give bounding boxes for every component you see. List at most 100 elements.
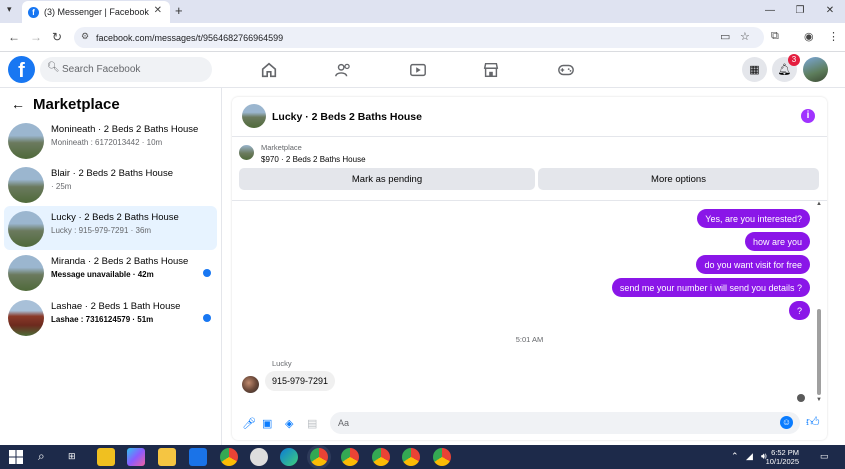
- chrome-profile-icon[interactable]: [310, 448, 328, 466]
- outgoing-message[interactable]: Yes, are you interested?: [697, 209, 810, 228]
- video-icon[interactable]: [409, 61, 427, 79]
- close-tab-icon[interactable]: ✕: [154, 5, 162, 16]
- gaming-icon[interactable]: [557, 61, 575, 79]
- facebook-favicon-icon: f: [28, 6, 39, 18]
- marketplace-icon[interactable]: [482, 61, 500, 79]
- conversation-preview: · 25m: [51, 182, 72, 191]
- message-input[interactable]: Aa ☺: [330, 412, 800, 434]
- store-icon[interactable]: [97, 448, 115, 466]
- chat-listing-avatar[interactable]: [242, 104, 266, 128]
- sender-avatar[interactable]: [242, 376, 259, 393]
- search-icon: 🔍︎: [47, 62, 60, 73]
- incoming-message[interactable]: 915-979-7291: [265, 371, 336, 391]
- account-avatar[interactable]: [803, 57, 828, 82]
- chat-window: Lucky · 2 Beds 2 Baths House i Marketpla…: [232, 97, 827, 440]
- browser-toolbar: ← → ↻ ⚙ facebook.com/messages/t/95646827…: [0, 23, 845, 52]
- microphone-icon[interactable]: 🎤︎: [242, 417, 256, 430]
- listing-price[interactable]: $970 · 2 Beds 2 Baths House: [261, 155, 366, 164]
- reload-icon[interactable]: ↻: [52, 30, 62, 44]
- copilot-icon[interactable]: [127, 448, 145, 466]
- seen-indicator: [797, 394, 805, 402]
- chrome-profile-icon[interactable]: [433, 448, 451, 466]
- restore-icon[interactable]: ❐: [785, 0, 815, 23]
- thumbs-up-icon[interactable]: 👍︎: [806, 414, 820, 430]
- scrollbar-thumb[interactable]: [817, 309, 821, 395]
- chrome-profile-icon[interactable]: [341, 448, 359, 466]
- outgoing-message[interactable]: do you want visit for free: [696, 255, 810, 274]
- notification-badge: 3: [788, 54, 800, 66]
- back-icon[interactable]: ←: [8, 30, 20, 44]
- close-window-icon[interactable]: ✕: [815, 0, 845, 23]
- task-view-icon[interactable]: ⊞: [68, 451, 76, 462]
- address-bar[interactable]: ⚙ facebook.com/messages/t/95646827669645…: [74, 27, 764, 48]
- windows-start-icon[interactable]: [7, 448, 25, 466]
- outgoing-message[interactable]: ?: [788, 301, 810, 320]
- unread-dot: [203, 314, 211, 322]
- file-explorer-icon[interactable]: [158, 448, 176, 466]
- clock-date: 10/1/2025: [765, 457, 799, 466]
- clock-time: 6:52 PM: [771, 448, 799, 457]
- conversation-name: Miranda · 2 Beds 2 Baths House: [51, 256, 189, 267]
- new-tab-icon[interactable]: +: [175, 3, 183, 18]
- minimize-icon[interactable]: —: [755, 0, 785, 23]
- message-thread: Yes, are you interested? how are you do …: [232, 200, 827, 407]
- chat-title[interactable]: Lucky · 2 Beds 2 Baths House: [272, 111, 422, 123]
- chrome-icon[interactable]: [220, 448, 238, 466]
- conversation-preview: Lucky : 915-979-7291 · 36m: [51, 226, 152, 235]
- facebook-search-input[interactable]: 🔍︎ Search Facebook: [40, 57, 212, 82]
- profile-icon[interactable]: ◉: [804, 30, 814, 43]
- conversation-name: Monineath · 2 Beds 2 Baths House: [51, 124, 199, 135]
- outlook-icon[interactable]: [189, 448, 207, 466]
- conversation-item[interactable]: Monineath · 2 Beds 2 Baths House Moninea…: [4, 118, 217, 162]
- listing-thumbnail[interactable]: [239, 145, 254, 160]
- gif-icon[interactable]: ▤: [307, 417, 317, 430]
- scroll-down-icon[interactable]: ▼: [816, 397, 822, 403]
- back-arrow-icon[interactable]: ←: [11, 96, 25, 112]
- bookmark-star-icon[interactable]: ☆: [740, 30, 750, 43]
- conversation-name: Lucky · 2 Beds 2 Baths House: [51, 212, 179, 223]
- chrome-profile-icon[interactable]: [372, 448, 390, 466]
- facebook-header: f 🔍︎ Search Facebook ▦ 🔔︎: [0, 52, 845, 88]
- listing-banner: Marketplace $970 · 2 Beds 2 Baths House …: [232, 138, 827, 198]
- chrome-profile-icon[interactable]: [402, 448, 420, 466]
- tab-list-icon[interactable]: ▾: [7, 4, 12, 15]
- url-text: facebook.com/messages/t/9564682766964599: [96, 32, 284, 43]
- forward-icon[interactable]: →: [30, 30, 42, 44]
- outgoing-message[interactable]: send me your number i will send you deta…: [611, 278, 810, 297]
- clock[interactable]: 6:52 PM 10/1/2025: [766, 448, 799, 466]
- browser-tabstrip: ▾ f (3) Messenger | Facebook ✕ + — ❐ ✕: [0, 0, 845, 23]
- more-options-button[interactable]: More options: [538, 168, 819, 190]
- outgoing-message[interactable]: how are you: [744, 232, 810, 251]
- info-icon[interactable]: i: [801, 109, 815, 123]
- chat-header: Lucky · 2 Beds 2 Baths House i: [232, 97, 827, 137]
- conversation-name: Blair · 2 Beds 2 Baths House: [51, 168, 173, 179]
- unread-dot: [203, 269, 211, 277]
- conversation-item[interactable]: Blair · 2 Beds 2 Baths House · 25m: [4, 162, 217, 206]
- menu-icon[interactable]: ⋮: [828, 30, 839, 43]
- browser-tab[interactable]: f (3) Messenger | Facebook ✕: [22, 1, 170, 23]
- conversation-item[interactable]: Miranda · 2 Beds 2 Baths House Message u…: [4, 250, 217, 294]
- photo-icon[interactable]: ▣: [262, 417, 272, 430]
- edge-icon[interactable]: [280, 448, 298, 466]
- scroll-up-icon[interactable]: ▲: [816, 201, 822, 207]
- sticker-icon[interactable]: ◈: [285, 417, 293, 430]
- app-icon[interactable]: [250, 448, 268, 466]
- facebook-logo[interactable]: f: [8, 56, 35, 83]
- notification-center-icon[interactable]: ▭: [820, 451, 829, 462]
- conversation-preview: Monineath : 6172013442 · 10m: [51, 138, 163, 147]
- taskbar-search-icon[interactable]: ⌕: [38, 449, 45, 464]
- emoji-icon[interactable]: ☺: [780, 416, 793, 429]
- conversation-item-active[interactable]: Lucky · 2 Beds 2 Baths House Lucky : 915…: [4, 206, 217, 250]
- conversation-item[interactable]: Lashae · 2 Beds 1 Bath House Lashae : 73…: [4, 295, 217, 339]
- friends-icon[interactable]: [334, 61, 352, 79]
- home-icon[interactable]: [260, 61, 278, 79]
- cast-icon[interactable]: ▭: [720, 30, 730, 43]
- extensions-icon[interactable]: ⧉: [771, 30, 779, 43]
- mark-as-pending-button[interactable]: Mark as pending: [239, 168, 535, 190]
- menu-grid-icon[interactable]: ▦: [742, 57, 767, 82]
- listing-thumbnail: [8, 211, 44, 247]
- site-info-icon[interactable]: ⚙: [81, 31, 89, 42]
- conversation-preview: Lashae : 7316124579 · 51m: [51, 315, 154, 324]
- network-icon[interactable]: ◢: [746, 451, 753, 462]
- tray-chevron-icon[interactable]: ⌃: [731, 451, 739, 462]
